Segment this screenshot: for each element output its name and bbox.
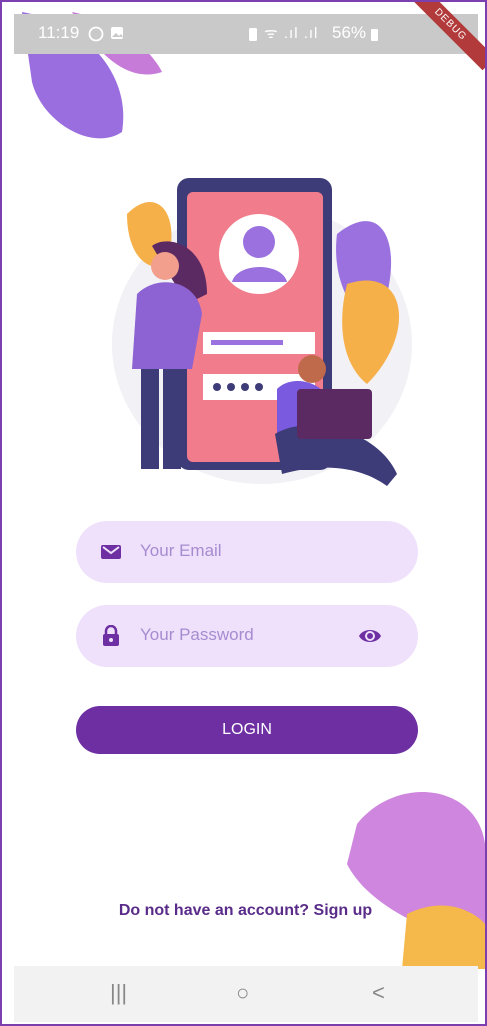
status-bar: 11:19 ᯤ .ıl .ıl 56%	[14, 14, 478, 54]
signup-link[interactable]: Do not have an account? Sign up	[2, 902, 485, 920]
status-time: 11:19	[38, 23, 80, 42]
eye-icon[interactable]	[358, 626, 382, 646]
app-frame: Your Email Your Password LOGIN Do not ha…	[0, 0, 487, 1026]
system-nav-bar: ||| ○ <	[14, 966, 478, 1022]
login-illustration	[112, 178, 412, 486]
signal-icon: ᯤ .ıl .ıl	[264, 25, 319, 42]
email-field[interactable]: Your Email	[76, 521, 418, 583]
password-placeholder: Your Password	[140, 625, 254, 644]
decor-leaf-bottom-right	[347, 791, 485, 969]
password-field[interactable]: Your Password	[76, 605, 418, 667]
lock-icon	[103, 625, 119, 646]
battery-percent: 56%	[332, 23, 367, 42]
home-button[interactable]: ○	[236, 980, 249, 1006]
mail-icon	[101, 545, 121, 559]
battery-icon	[371, 29, 378, 41]
login-button[interactable]: LOGIN	[76, 706, 418, 754]
recent-apps-button[interactable]: |||	[110, 980, 127, 1006]
image-icon	[111, 27, 123, 39]
whatsapp-icon	[88, 26, 104, 42]
back-button[interactable]: <	[372, 980, 385, 1006]
battery-saver-icon	[249, 28, 257, 41]
email-placeholder: Your Email	[140, 541, 222, 560]
